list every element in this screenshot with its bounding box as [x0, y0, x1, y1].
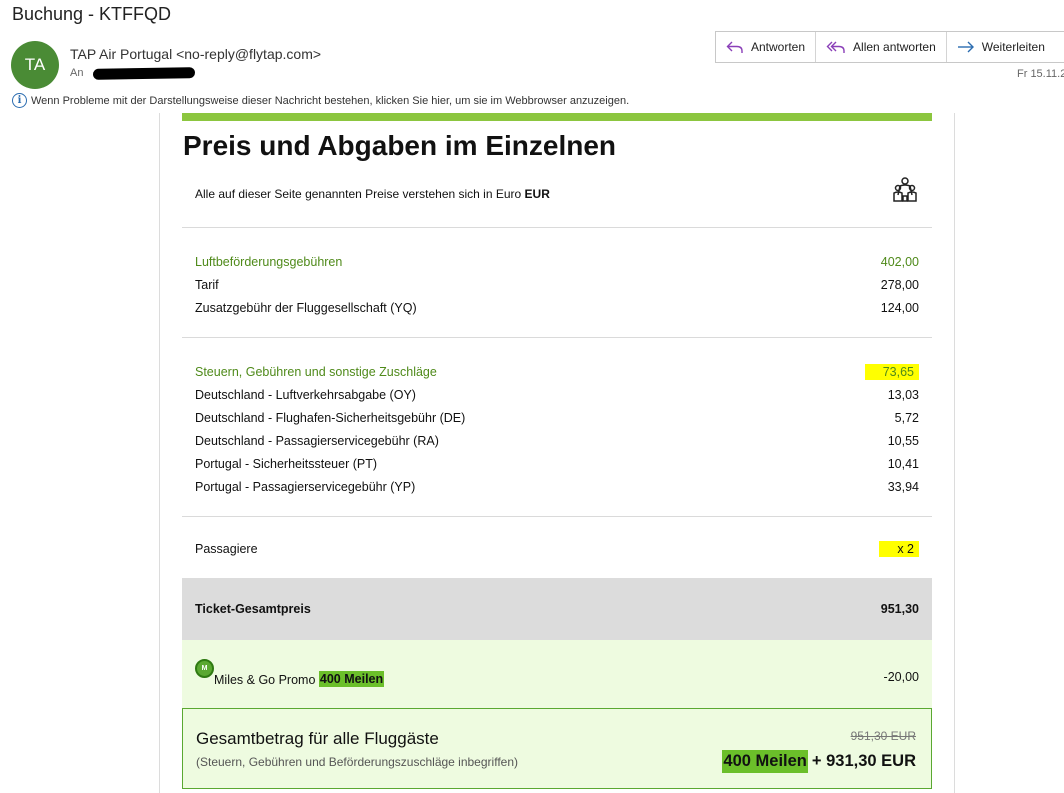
air-fee-value: 124,00 [880, 300, 919, 315]
air-fee-label: Zusatzgebühr der Fluggesellschaft (YQ) [195, 300, 417, 315]
tax-label: Deutschland - Passagierservicegebühr (RA… [195, 433, 439, 448]
info-icon: i [12, 93, 27, 108]
reply-all-button[interactable]: Allen antworten [816, 32, 947, 62]
miles-promo-label: Miles & Go Promo [214, 672, 316, 687]
sender-avatar[interactable]: TA [11, 41, 59, 89]
email-subject: Buchung - KTFFQD [12, 4, 172, 24]
tax-value: 10,55 [887, 433, 919, 448]
recipient-row: An [70, 66, 196, 80]
miles-promo-value: -20,00 [883, 670, 919, 684]
tax-value: 5,72 [894, 410, 919, 425]
currency-code: EUR [524, 187, 550, 201]
currency-note: Alle auf dieser Seite genannten Preise v… [195, 187, 522, 201]
reply-label: Antworten [751, 40, 806, 54]
tax-row: Deutschland - Flughafen-Sicherheitsgebüh… [195, 406, 919, 429]
grand-total-box: Gesamtbetrag für alle Fluggäste (Steuern… [182, 708, 932, 789]
passengers-row: Passagiere x 2 [195, 537, 919, 560]
taxes-value: 73,65 [864, 363, 919, 380]
price-title: Preis und Abgaben im Einzelnen [183, 130, 617, 161]
air-fees-section: Luftbeförderungsgebühren 402,00 Tarif 27… [182, 228, 932, 338]
tax-value: 13,03 [887, 387, 919, 402]
air-fee-label: Tarif [195, 277, 219, 292]
tax-label: Deutschland - Luftverkehrsabgabe (OY) [195, 387, 416, 402]
tax-label: Portugal - Passagierservicegebühr (YP) [195, 479, 416, 494]
forward-button[interactable]: Weiterleiten [947, 32, 1055, 62]
ticket-total-label: Ticket-Gesamtpreis [195, 602, 311, 616]
reply-all-label: Allen antworten [853, 40, 936, 54]
reply-button[interactable]: Antworten [716, 32, 817, 62]
grand-total-amount: 400 Meilen + 931,30 EUR [722, 750, 916, 773]
air-fees-header: Luftbeförderungsgebühren 402,00 [195, 250, 919, 273]
reply-all-icon [826, 41, 845, 53]
tax-row: Portugal - Sicherheitssteuer (PT) 10,41 [195, 452, 919, 475]
forward-icon [957, 41, 974, 53]
message-actions: Antworten Allen antworten Weiterleiten [715, 31, 1064, 63]
grand-total-miles: 400 Meilen [722, 750, 808, 773]
tax-value: 10,41 [887, 456, 919, 471]
tax-row: Portugal - Passagierservicegebühr (YP) 3… [195, 475, 919, 498]
miles-promo-row: M Miles & Go Promo 400 Meilen -20,00 [182, 640, 932, 708]
taxes-label: Steuern, Gebühren und sonstige Zuschläge [195, 364, 437, 379]
ticket-total-row: Ticket-Gesamtpreis 951,30 [182, 578, 932, 640]
sender-name[interactable]: TAP Air Portugal <no-reply@flytap.com> [70, 46, 321, 62]
redacted-recipient [93, 66, 196, 80]
original-price: 951,30 EUR [850, 729, 916, 743]
currency-note-row: Alle auf dieser Seite genannten Preise v… [182, 167, 932, 228]
tax-row: Deutschland - Luftverkehrsabgabe (OY) 13… [195, 383, 919, 406]
air-fee-value: 278,00 [880, 277, 919, 292]
info-text[interactable]: Wenn Probleme mit der Darstellungsweise … [31, 95, 629, 107]
tax-value: 33,94 [887, 479, 919, 494]
taxes-section: Steuern, Gebühren und sonstige Zuschläge… [182, 338, 932, 517]
passengers-label: Passagiere [195, 541, 258, 556]
air-fee-row: Tarif 278,00 [195, 273, 919, 296]
grand-total-subtitle: (Steuern, Gebühren und Beförderungszusch… [196, 755, 518, 769]
passengers-section: Passagiere x 2 [182, 517, 932, 578]
display-info-bar[interactable]: i Wenn Probleme mit der Darstellungsweis… [12, 93, 629, 108]
ticket-total-value: 951,30 [880, 602, 919, 616]
tax-label: Portugal - Sicherheitssteuer (PT) [195, 456, 378, 471]
price-breakdown: Preis und Abgaben im Einzelnen Alle auf … [182, 113, 932, 789]
family-icon [893, 177, 917, 202]
received-date: Fr 15.11.2 [1017, 68, 1064, 80]
miles-go-logo-icon: M [195, 658, 214, 678]
grand-total-price: + 931,30 EUR [811, 752, 916, 770]
air-fees-label: Luftbeförderungsgebühren [195, 254, 343, 269]
passengers-value: x 2 [879, 540, 919, 557]
grand-total-title: Gesamtbetrag für alle Fluggäste [196, 729, 439, 748]
tax-row: Deutschland - Passagierservicegebühr (RA… [195, 429, 919, 452]
forward-label: Weiterleiten [981, 40, 1045, 54]
miles-promo-left: M Miles & Go Promo 400 Meilen [195, 658, 385, 687]
accent-bar [182, 113, 932, 121]
air-fee-row: Zusatzgebühr der Fluggesellschaft (YQ) 1… [195, 296, 919, 319]
tax-label: Deutschland - Flughafen-Sicherheitsgebüh… [195, 410, 466, 425]
reply-icon [726, 41, 743, 53]
miles-promo-miles: 400 Meilen [318, 670, 385, 687]
taxes-header: Steuern, Gebühren und sonstige Zuschläge… [195, 360, 919, 383]
air-fees-value: 402,00 [880, 254, 919, 269]
to-label: An [70, 67, 84, 79]
